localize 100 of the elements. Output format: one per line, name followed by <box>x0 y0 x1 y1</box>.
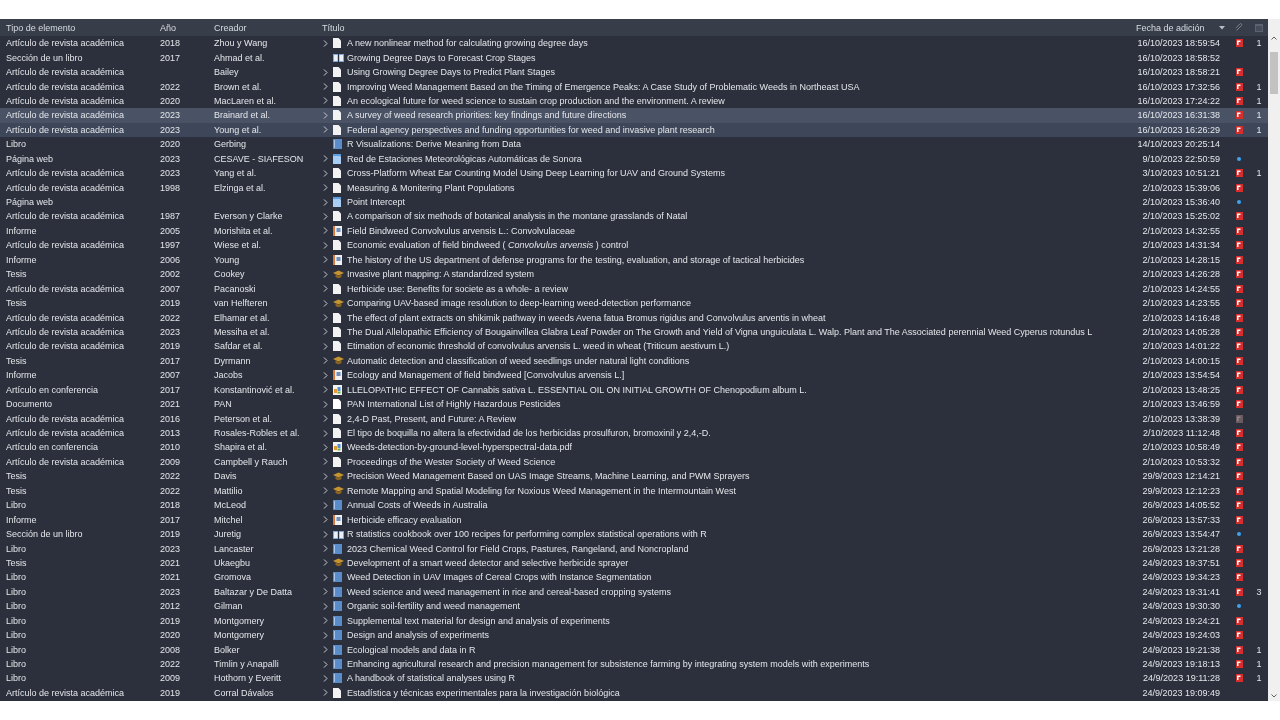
table-row[interactable]: Artículo en conferencia 2017 Konstantinović et al. LLELOPATHIC EFFECT OF Cannabis sativa L. ESSENTIAL OIL ON INITIAL GROWTH OF Chenopodium album L. 2/10/2023 13:48:25 <box>0 382 1268 397</box>
pdf-icon[interactable] <box>1235 241 1243 250</box>
expand-chevron-icon[interactable] <box>323 660 328 668</box>
pdf-icon[interactable] <box>1235 111 1243 120</box>
expand-chevron-icon[interactable] <box>323 617 328 625</box>
expand-chevron-icon[interactable] <box>323 155 328 163</box>
expand-chevron-icon[interactable] <box>323 602 328 610</box>
pdf-icon[interactable] <box>1235 270 1243 279</box>
pdf-icon[interactable] <box>1235 82 1243 91</box>
expand-chevron-icon[interactable] <box>323 270 328 278</box>
pdf-icon[interactable] <box>1235 558 1243 567</box>
table-row[interactable]: Artículo de revista académica 2009 Campbell y Rauch Proceedings of the Wester Society of Weed Science 2/10/2023 10:53:32 <box>0 454 1268 470</box>
expand-chevron-icon[interactable] <box>323 342 328 350</box>
table-row[interactable]: Artículo de revista académica 2023 Yang et al. Cross-Platform Wheat Ear Counting Model Using Deep Learning for UAV and Ground Systems 3/10/2023 10:51:21 1 <box>0 165 1268 181</box>
pdf-icon[interactable] <box>1235 515 1243 524</box>
expand-chevron-icon[interactable] <box>323 39 328 47</box>
pdf-icon[interactable] <box>1235 96 1243 105</box>
expand-chevron-icon[interactable] <box>323 111 328 119</box>
expand-chevron-icon[interactable] <box>323 169 328 177</box>
pdf-icon[interactable] <box>1235 169 1243 178</box>
table-row[interactable]: Tesis 2021 Ukaegbu Development of a smart weed detector and selective herbicide sprayer 24/9/2023 19:37:51 <box>0 555 1268 571</box>
pdf-icon[interactable] <box>1235 299 1243 308</box>
column-header[interactable]: Creador <box>214 22 247 33</box>
pdf-icon[interactable] <box>1235 313 1243 322</box>
table-row[interactable]: Artículo de revista académica 2013 Rosales-Robles et al. El tipo de boquilla no altera la efectividad de los herbicidas prosulfuron, bromoxinil y 2,4,-D. 2/10/2023 11:12:48 <box>0 425 1268 441</box>
table-row[interactable]: Informe 2017 Mitchel Herbicide efficacy evaluation 26/9/2023 13:57:33 <box>0 512 1268 527</box>
scrollbar[interactable] <box>1268 19 1280 701</box>
pdf-icon[interactable] <box>1235 645 1243 654</box>
expand-chevron-icon[interactable] <box>323 97 328 105</box>
expand-chevron-icon[interactable] <box>323 415 328 423</box>
expand-chevron-icon[interactable] <box>323 458 328 466</box>
expand-chevron-icon[interactable] <box>323 443 328 451</box>
table-row[interactable]: Tesis 2022 Davis Precision Weed Management Based on UAS Image Streams, Machine Learning, and PWM Sprayers 29/9/2023 12:14:21 <box>0 469 1268 484</box>
table-row[interactable]: Artículo de revista académica 2022 Elhamar et al. The effect of plant extracts on shikimik pathway in weeds Avena fatua Bromus rigidus and Convolvulus arventis in wheat 2/10/2023 14:16:48 <box>0 310 1268 325</box>
link-dot-icon[interactable] <box>1237 604 1241 609</box>
expand-chevron-icon[interactable] <box>323 83 328 91</box>
table-row[interactable]: Artículo de revista académica 2023 Brainard et al. A survey of weed research priorities: key findings and future directions 16/10/2023 16:31:38 1 <box>0 108 1268 123</box>
expand-chevron-icon[interactable] <box>323 588 328 596</box>
table-row[interactable]: Libro 2022 Timlin y Anapalli Enhancing agricultural research and precision management for subsistence farming by integrating system models with experiments 24/9/2023 19:18:13 1 <box>0 656 1268 672</box>
pdf-icon[interactable] <box>1235 544 1243 553</box>
column-header[interactable]: Fecha de adición <box>1136 22 1205 33</box>
table-row[interactable]: Libro 2020 Gerbing R Visualizations: Derive Meaning from Data 14/10/2023 20:25:14 <box>0 137 1268 152</box>
table-row[interactable]: Artículo de revista académica 2019 Safdar et al. Etimation of economic threshold of convolvulus arvensis L. weed in wheat (Triticum aestivum L.) 2/10/2023 14:01:22 <box>0 339 1268 354</box>
table-row[interactable]: Artículo de revista académica 1997 Wiese et al. Economic evaluation of field bindweed ( Convolvulus arvensis ) control 2/10/2023 14:31:34 <box>0 238 1268 253</box>
expand-chevron-icon[interactable] <box>323 501 328 509</box>
pdf-icon[interactable] <box>1235 371 1243 380</box>
pdf-icon[interactable] <box>1235 356 1243 365</box>
pdf-icon[interactable] <box>1235 631 1243 640</box>
table-row[interactable]: Libro 2008 Bolker Ecological models and data in R 24/9/2023 19:21:38 1 <box>0 642 1268 657</box>
expand-chevron-icon[interactable] <box>323 530 328 538</box>
pdf-icon[interactable] <box>1235 342 1243 351</box>
table-row[interactable]: Artículo de revista académica 2020 MacLaren et al. An ecological future for weed science to sustain crop production and the environment. A review 16/10/2023 17:24:22 1 <box>0 93 1268 109</box>
expand-chevron-icon[interactable] <box>323 198 328 206</box>
table-row[interactable]: Libro 2020 Montgomery Design and analysis of experiments 24/9/2023 19:24:03 <box>0 627 1268 643</box>
table-row[interactable]: Tesis 2017 Dyrmann Automatic detection and classification of weed seedlings under natural light conditions 2/10/2023 14:00:15 <box>0 353 1268 369</box>
scroll-down-icon[interactable] <box>1271 694 1277 698</box>
table-row[interactable]: Artículo en conferencia 2010 Shapira et al. Weeds-detection-by-ground-level-hyperspectral-data.pdf 2/10/2023 10:58:49 <box>0 440 1268 455</box>
expand-chevron-icon[interactable] <box>323 328 328 336</box>
pdf-icon[interactable] <box>1235 39 1243 48</box>
table-row[interactable]: Informe 2007 Jacobs Ecology and Management of field bindweed [Convolvulus arvensis L.] 2/10/2023 13:54:54 <box>0 368 1268 383</box>
pdf-icon[interactable] <box>1235 125 1243 134</box>
table-row[interactable]: Sección de un libro 2019 Juretig R statistics cookbook over 100 recipes for performing complex statistical operations with R 26/9/2023 13:54:47 <box>0 526 1268 542</box>
link-dot-icon[interactable] <box>1237 156 1241 161</box>
link-dot-icon[interactable] <box>1237 532 1241 537</box>
table-row[interactable]: Libro 2023 Lancaster 2023 Chemical Weed Control for Field Crops, Pastures, Rangeland, and Noncropland 26/9/2023 13:21:28 <box>0 541 1268 556</box>
expand-chevron-icon[interactable] <box>323 126 328 134</box>
pdf-icon[interactable] <box>1235 429 1243 438</box>
table-row[interactable]: Artículo de revista académica Bailey Using Growing Degree Days to Predict Plant Stages 16/10/2023 18:58:21 <box>0 64 1268 80</box>
table-row[interactable]: Sección de un libro 2017 Ahmad et al. Growing Degree Days to Forecast Crop Stages 16/10/2023 18:58:52 <box>0 50 1268 65</box>
table-row[interactable]: Artículo de revista académica 2022 Brown et al. Improving Weed Management Based on the Timing of Emergence Peaks: A Case Study of Problematic Weeds in Northeast USA 16/10/2023 17:32:56 1 <box>0 79 1268 94</box>
scrollbar-thumb[interactable] <box>1270 52 1278 94</box>
table-row[interactable]: Informe 2005 Morishita et al. Field Bindweed Convolvulus arvensis L.: Convolvulaceae 2/10/2023 14:32:55 <box>0 223 1268 239</box>
pdf-icon[interactable] <box>1235 327 1243 336</box>
table-row[interactable]: Artículo de revista académica 1998 Elzinga et al. Measuring & Monitering Plant Populations 2/10/2023 15:39:06 <box>0 180 1268 195</box>
table-row[interactable]: Libro 2018 McLeod Annual Costs of Weeds in Australia 26/9/2023 14:05:52 <box>0 498 1268 513</box>
pdf-icon[interactable] <box>1235 660 1243 669</box>
column-header[interactable]: Tipo de elemento <box>6 22 76 33</box>
table-row[interactable]: Artículo de revista académica 2019 Corral Dávalos Estadística y técnicas experimentales para la investigación biológica 24/9/2023 19:09:49 <box>0 685 1268 701</box>
pdf-icon[interactable] <box>1235 486 1243 495</box>
expand-chevron-icon[interactable] <box>323 472 328 480</box>
link-dot-icon[interactable] <box>1237 200 1241 205</box>
expand-chevron-icon[interactable] <box>323 285 328 293</box>
pdf-icon[interactable] <box>1235 472 1243 481</box>
pdf-icon[interactable] <box>1235 226 1243 235</box>
pdf-icon[interactable] <box>1235 68 1243 77</box>
expand-chevron-icon[interactable] <box>323 646 328 654</box>
table-row[interactable]: Tesis 2022 Mattilio Remote Mapping and Spatial Modeling for Noxious Weed Management in the Intermountain West 29/9/2023 12:12:23 <box>0 483 1268 498</box>
pdf-icon[interactable] <box>1235 573 1243 582</box>
expand-chevron-icon[interactable] <box>323 68 328 76</box>
pdf-icon[interactable] <box>1235 255 1243 264</box>
notes-icon[interactable] <box>1255 23 1263 32</box>
table-row[interactable]: Página web 2023 CESAVE - SIAFESON Red de Estaciones Meteorológicas Automáticas de Sonora 9/10/2023 22:50:59 <box>0 151 1268 166</box>
expand-chevron-icon[interactable] <box>323 429 328 437</box>
expand-chevron-icon[interactable] <box>323 487 328 495</box>
expand-chevron-icon[interactable] <box>323 184 328 192</box>
expand-chevron-icon[interactable] <box>323 674 328 682</box>
pdf-icon[interactable] <box>1235 616 1243 625</box>
table-row[interactable]: Documento 2021 PAN PAN International List of Highly Hazardous Pesticides 2/10/2023 13:46:59 <box>0 396 1268 412</box>
expand-chevron-icon[interactable] <box>323 314 328 322</box>
pdf-icon[interactable] <box>1235 501 1243 510</box>
